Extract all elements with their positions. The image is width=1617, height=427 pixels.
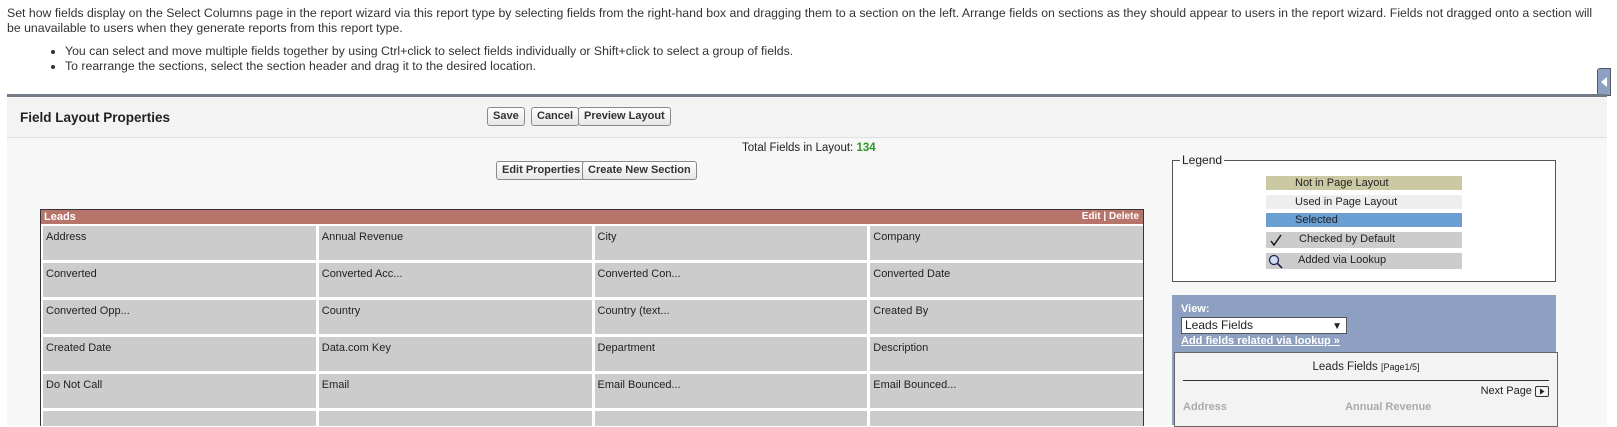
layout-field[interactable]: Annual Revenue: [318, 226, 592, 260]
available-fields-box: Leads Fields [Page1/5] Next Page Address…: [1174, 352, 1558, 427]
legend-used-in-layout: Used in Page Layout: [1266, 195, 1462, 209]
layout-field[interactable]: City: [594, 226, 868, 260]
layout-field[interactable]: Created Date: [43, 337, 316, 371]
save-button[interactable]: Save: [487, 107, 525, 126]
legend-selected: Selected: [1266, 213, 1462, 227]
layout-field[interactable]: Converted Acc...: [318, 263, 592, 297]
magnifier-icon: [1268, 254, 1283, 269]
panel-header: Field Layout Properties Save Cancel Prev…: [7, 97, 1607, 138]
legend-title: Legend: [1180, 153, 1225, 167]
field-list-title: Leads Fields [Page1/5]: [1175, 361, 1557, 373]
section-header[interactable]: Leads Edit | Delete: [41, 210, 1143, 224]
checkmark-icon: [1270, 234, 1282, 247]
legend-checked-default: Checked by Default: [1266, 232, 1462, 248]
layout-field[interactable]: Department: [594, 337, 868, 371]
chevron-left-icon: [1601, 77, 1607, 87]
action-separator: |: [1103, 211, 1107, 222]
next-page-control[interactable]: Next Page: [1481, 385, 1549, 397]
total-fields: Total Fields in Layout: 134: [742, 142, 876, 154]
create-new-section-button[interactable]: Create New Section: [582, 161, 697, 180]
available-field-row: Address Annual Revenue: [1183, 401, 1431, 413]
layout-field[interactable]: Country: [318, 300, 592, 334]
section-fields-grid: Address Annual Revenue City Company Conv…: [41, 224, 1143, 426]
view-select[interactable]: Leads Fields ▼: [1181, 317, 1347, 334]
layout-field[interactable]: [43, 411, 316, 426]
collapse-panel-handle[interactable]: [1597, 68, 1611, 96]
layout-field[interactable]: Data.com Key: [318, 337, 592, 371]
layout-field[interactable]: Do Not Call: [43, 374, 316, 408]
view-label: View:: [1181, 303, 1210, 315]
section-edit-link[interactable]: Edit: [1082, 211, 1101, 222]
layout-field[interactable]: Company: [870, 226, 1143, 260]
legend-label: Used in Page Layout: [1295, 196, 1398, 208]
total-fields-label: Total Fields in Layout:: [742, 142, 854, 154]
legend-label: Checked by Default: [1299, 233, 1395, 245]
layout-field[interactable]: Address: [43, 226, 316, 260]
section-actions: Edit | Delete: [1082, 210, 1139, 224]
tip-item: You can select and move multiple fields …: [65, 44, 1607, 59]
section-delete-link[interactable]: Delete: [1109, 211, 1139, 222]
legend-label: Added via Lookup: [1298, 254, 1387, 266]
layout-section-leads: Leads Edit | Delete Address Annual Reven…: [40, 209, 1144, 426]
layout-field[interactable]: Email Bounced...: [594, 374, 868, 408]
layout-field[interactable]: Country (text...: [594, 300, 868, 334]
total-fields-count: 134: [856, 142, 876, 154]
tips-list: You can select and move multiple fields …: [7, 44, 1607, 74]
legend-added-via-lookup: Added via Lookup: [1266, 253, 1462, 269]
view-selected-value: Leads Fields: [1185, 318, 1254, 332]
add-lookup-fields-link[interactable]: Add fields related via lookup »: [1181, 335, 1340, 347]
layout-field[interactable]: Converted Con...: [594, 263, 868, 297]
layout-field[interactable]: Email Bounced...: [870, 374, 1143, 408]
field-list-name: Leads Fields: [1312, 361, 1378, 373]
divider: [1183, 380, 1549, 381]
preview-layout-button[interactable]: Preview Layout: [578, 107, 671, 126]
field-list-page: [Page1/5]: [1380, 362, 1420, 372]
layout-field[interactable]: Description: [870, 337, 1143, 371]
instructions: Set how fields display on the Select Col…: [7, 6, 1607, 74]
chevron-down-icon: ▼: [1332, 321, 1342, 332]
layout-field[interactable]: [870, 411, 1143, 426]
layout-field[interactable]: Converted Date: [870, 263, 1143, 297]
next-page-label: Next Page: [1480, 385, 1532, 397]
section-title: Leads: [44, 211, 76, 223]
layout-field[interactable]: [318, 411, 592, 426]
available-field[interactable]: Address: [1183, 401, 1227, 413]
legend-box: Legend Not in Page Layout Used in Page L…: [1172, 153, 1556, 282]
edit-properties-button[interactable]: Edit Properties: [496, 161, 587, 180]
layout-field[interactable]: [594, 411, 868, 426]
layout-field[interactable]: Converted: [43, 263, 316, 297]
layout-field[interactable]: Email: [318, 374, 592, 408]
legend-not-in-layout: Not in Page Layout: [1266, 176, 1462, 190]
instructions-text: Set how fields display on the Select Col…: [7, 6, 1593, 35]
next-page-button[interactable]: [1535, 385, 1549, 397]
tip-item: To rearrange the sections, select the se…: [65, 59, 1607, 74]
layout-field[interactable]: Created By: [870, 300, 1143, 334]
play-arrow-icon: [1540, 388, 1545, 395]
field-layout-panel: Field Layout Properties Save Cancel Prev…: [7, 94, 1607, 427]
cancel-button[interactable]: Cancel: [531, 107, 580, 126]
panel-title: Field Layout Properties: [20, 110, 171, 125]
legend-label: Not in Page Layout: [1295, 177, 1389, 189]
legend-label: Selected: [1295, 214, 1338, 226]
layout-field[interactable]: Converted Opp...: [43, 300, 316, 334]
available-field[interactable]: Annual Revenue: [1345, 401, 1431, 413]
